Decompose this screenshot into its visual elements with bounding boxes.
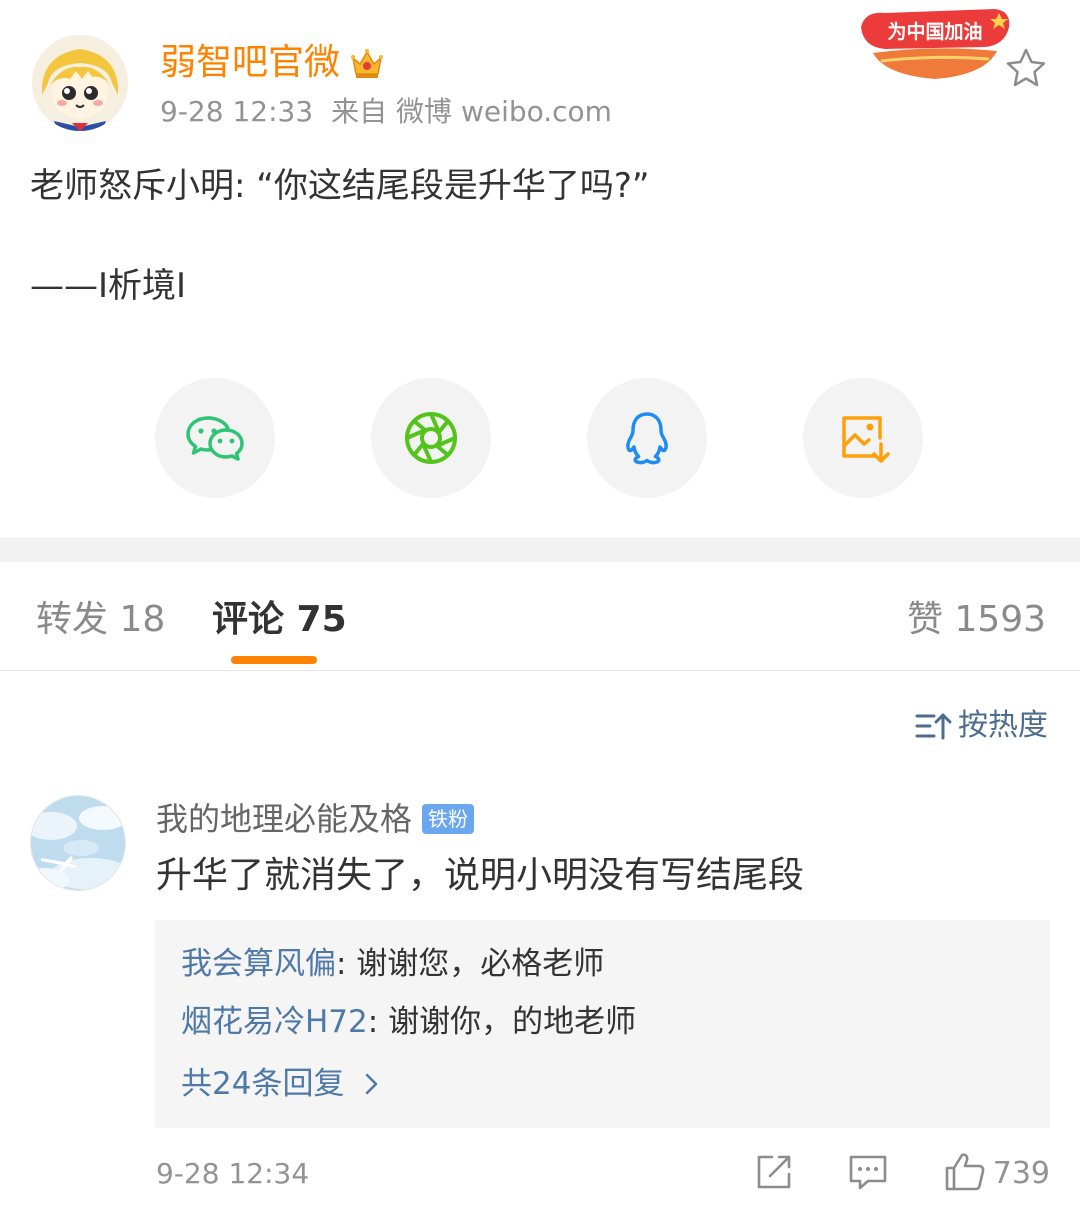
comment-text: 升华了就消失了，说明小明没有写结尾段 — [156, 855, 805, 896]
share-moments-button[interactable] — [371, 378, 491, 498]
comment-icon[interactable] — [846, 1150, 890, 1194]
sort-by-hot-button[interactable]: 按热度 — [914, 704, 1048, 748]
like-count: 739 — [992, 1156, 1050, 1191]
like-thumb-icon[interactable] — [942, 1150, 986, 1194]
tab-comment[interactable]: 评论 75 — [212, 596, 347, 644]
active-tab-indicator — [231, 656, 317, 664]
reply-item: 我会算风偏: 谢谢您，必格老师 — [181, 942, 604, 986]
china-support-badge[interactable]: 为中国加油 — [855, 5, 1015, 87]
vip-crown-icon — [348, 44, 386, 82]
qq-icon — [626, 412, 668, 465]
tab-like[interactable]: 赞 1593 — [907, 596, 1046, 644]
reply-text: : 谢谢你，的地老师 — [367, 1004, 637, 1040]
commenter-avatar[interactable] — [30, 795, 126, 891]
repost-icon[interactable] — [752, 1150, 796, 1194]
author-name[interactable]: 弱智吧官微 — [160, 38, 340, 88]
post-signature: ——I析境I — [30, 266, 187, 306]
reply-user[interactable]: 烟花易冷H72 — [181, 1004, 368, 1040]
more-replies-link[interactable]: 共24条回复 — [181, 1062, 384, 1106]
post-text: 老师怒斥小明: “你这结尾段是升华了吗?” — [30, 166, 650, 206]
reply-text: : 谢谢您，必格老师 — [336, 946, 605, 982]
post-time: 9-28 12:33 — [160, 95, 314, 128]
china-badge-text: 为中国加油 — [887, 20, 982, 43]
share-qq-button[interactable] — [587, 378, 707, 498]
author-avatar[interactable] — [32, 35, 128, 131]
commenter-name-row: 我的地理必能及格 铁粉 — [156, 796, 475, 842]
save-image-icon — [842, 416, 890, 463]
save-image-button[interactable] — [803, 378, 923, 498]
moments-icon — [405, 412, 457, 464]
section-divider — [0, 538, 1080, 562]
author-row: 弱智吧官微 — [160, 38, 386, 88]
chevron-right-icon — [366, 1073, 378, 1095]
sort-label: 按热度 — [958, 708, 1048, 743]
comment-time: 9-28 12:34 — [156, 1157, 310, 1190]
share-wechat-button[interactable] — [155, 378, 275, 498]
reply-item: 烟花易冷H72: 谢谢你，的地老师 — [181, 1000, 636, 1044]
favorite-star-icon[interactable] — [1004, 46, 1048, 90]
sort-icon — [915, 713, 952, 740]
tab-repost[interactable]: 转发 18 — [36, 596, 165, 644]
reply-user[interactable]: 我会算风偏 — [181, 946, 336, 982]
more-replies-label: 共24条回复 — [181, 1066, 345, 1102]
commenter-name[interactable]: 我的地理必能及格 — [156, 796, 412, 842]
wechat-icon — [186, 416, 244, 461]
tab-border — [0, 670, 1080, 671]
reply-preview-box[interactable]: 我会算风偏: 谢谢您，必格老师 烟花易冷H72: 谢谢你，的地老师 共24条回复 — [155, 920, 1050, 1128]
post-meta: 9-28 12:33 来自 微博 weibo.com — [160, 92, 612, 132]
post-source: 来自 微博 weibo.com — [331, 95, 612, 128]
fan-badge: 铁粉 — [422, 804, 475, 834]
